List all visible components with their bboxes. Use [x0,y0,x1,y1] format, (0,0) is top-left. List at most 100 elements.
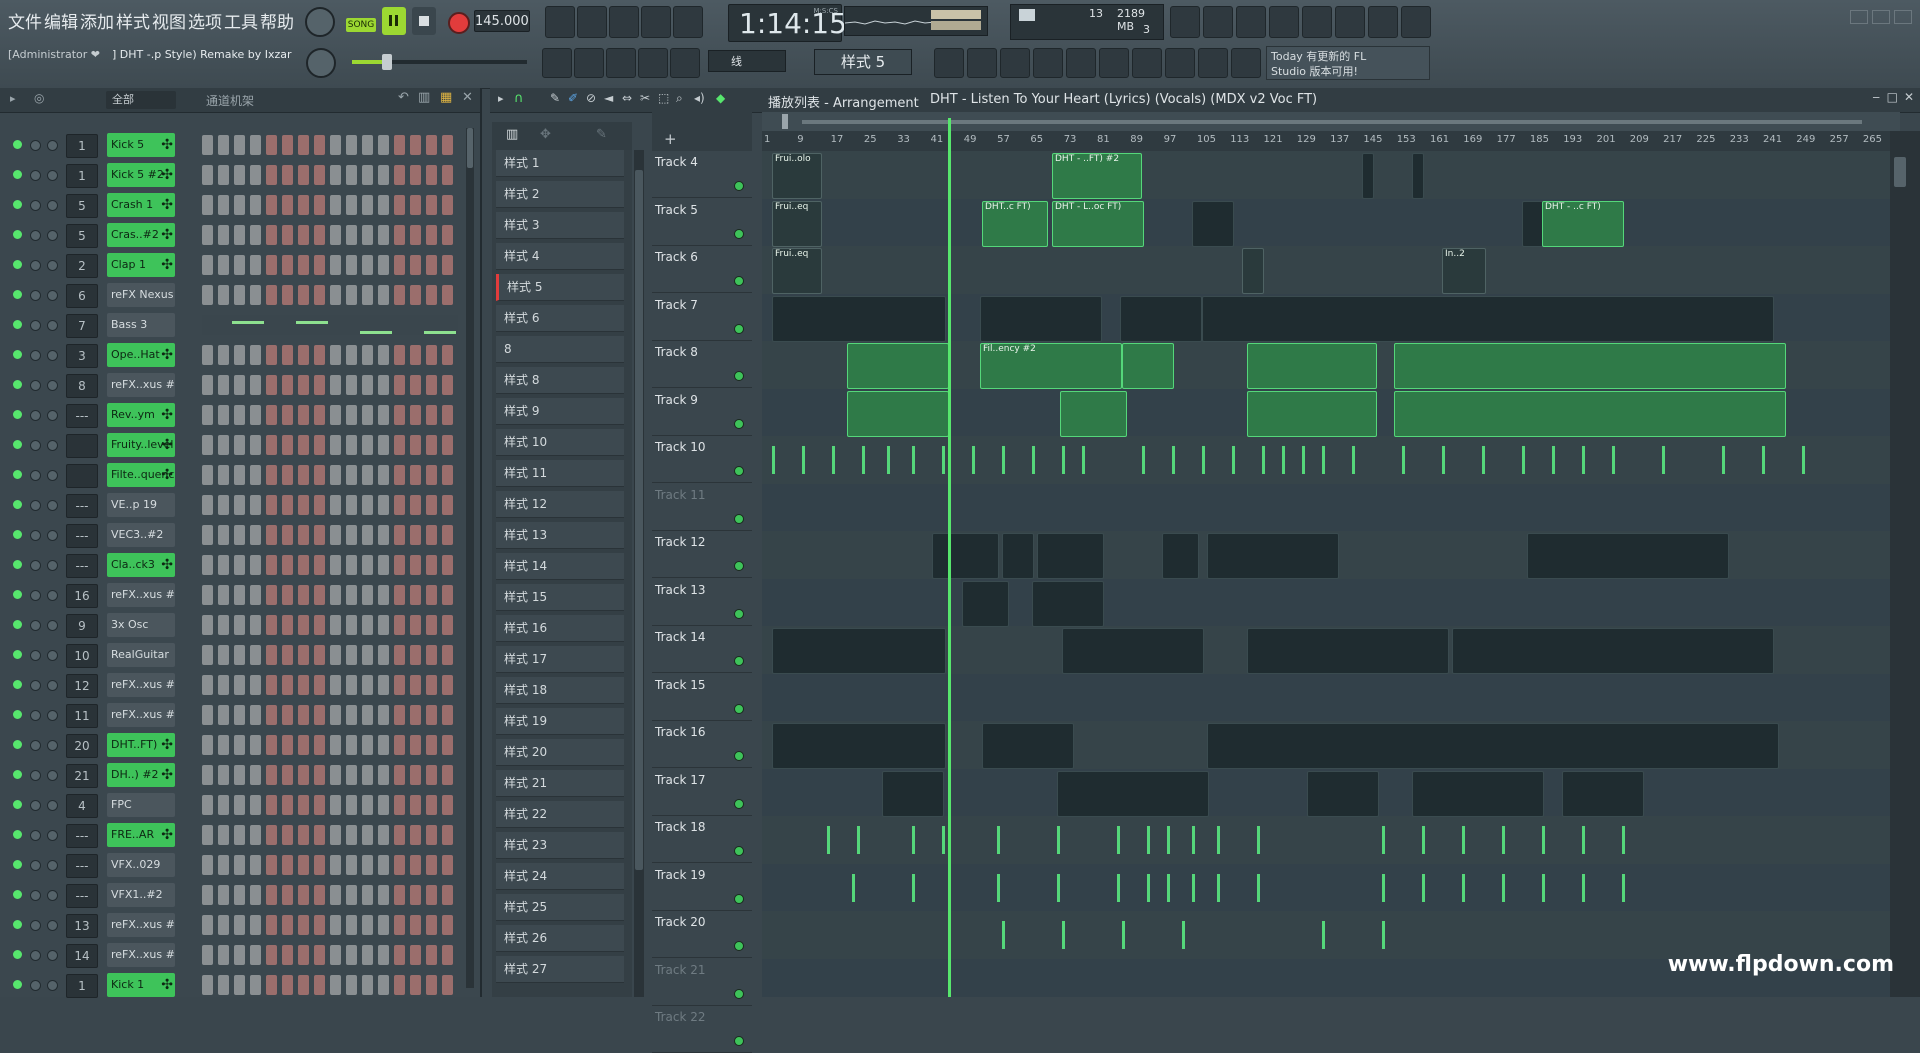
channel-name-button[interactable]: Cras..#2 ✣ [107,223,175,247]
channel-filter-select[interactable]: 全部 [106,91,176,109]
playlist-clip[interactable]: DHT..c FT) [982,200,1048,247]
step-button[interactable] [362,525,373,545]
step-button[interactable] [410,855,421,875]
step-button[interactable] [234,285,245,305]
step-button[interactable] [282,405,293,425]
track-lane[interactable] [762,816,1890,865]
clip-marker[interactable] [1622,873,1625,902]
mixer-track-number[interactable]: 21 [66,764,98,788]
step-button[interactable] [298,735,309,755]
step-button[interactable] [314,795,325,815]
clip-marker[interactable] [1622,826,1625,854]
volume-knob[interactable] [47,440,58,451]
piano-icon[interactable]: ▥ [506,127,518,142]
close-icon[interactable]: ✕ [462,90,473,105]
step-button[interactable] [362,255,373,275]
step-button[interactable] [442,285,453,305]
step-button[interactable] [378,255,389,275]
step-button[interactable] [346,225,357,245]
track-lane[interactable] [762,436,1890,485]
track-header[interactable]: Track 12 [652,531,752,578]
step-button[interactable] [298,765,309,785]
playlist-clip[interactable] [1562,770,1644,817]
track-header[interactable]: Track 18 [652,816,752,863]
step-button[interactable] [410,225,421,245]
playlist-clip[interactable] [1247,343,1377,389]
volume-knob[interactable] [47,800,58,811]
pattern-item[interactable]: 样式 8 [496,367,624,394]
help-icon[interactable] [1269,6,1299,38]
pattern-item[interactable]: 样式 25 [496,894,624,921]
graph-editor-icon[interactable]: ✣ [161,763,173,787]
pattern-item[interactable]: 样式 4 [496,243,624,270]
step-button[interactable] [282,495,293,515]
step-button[interactable] [346,765,357,785]
step-button[interactable] [234,195,245,215]
step-button[interactable] [202,285,213,305]
close-icon[interactable] [1894,10,1912,24]
playlist-clip[interactable] [1412,153,1424,199]
step-button[interactable] [234,585,245,605]
info-icon[interactable] [1368,6,1398,38]
mute-led-icon[interactable] [13,950,22,959]
channel-row[interactable]: --- VFX1..#2 [0,880,470,910]
channel-name-button[interactable]: DH..) #2 ✣ [107,763,175,787]
step-button[interactable] [202,675,213,695]
mute-led-icon[interactable] [13,680,22,689]
step-button[interactable] [314,645,325,665]
clip-marker[interactable] [1202,446,1205,474]
clip-marker[interactable] [1167,826,1170,854]
step-button[interactable] [218,585,229,605]
playlist-clip[interactable] [1002,533,1034,579]
step-button[interactable] [282,225,293,245]
step-button[interactable] [362,975,373,995]
pan-knob[interactable] [30,230,41,241]
channel-row[interactable]: 5 Crash 1 ✣ [0,190,470,220]
step-button[interactable] [378,975,389,995]
step-button[interactable] [394,225,405,245]
mixer-track-number[interactable]: 14 [66,944,98,968]
step-button[interactable] [410,945,421,965]
channel-name-button[interactable]: 3x Osc [107,613,175,637]
step-button[interactable] [266,825,277,845]
volume-knob[interactable] [47,470,58,481]
graph-editor-icon[interactable]: ✣ [161,133,173,157]
mini-piano-roll[interactable] [202,315,458,335]
step-button[interactable] [202,495,213,515]
step-button[interactable] [378,675,389,695]
mute-led-icon[interactable] [13,740,22,749]
step-button[interactable] [202,465,213,485]
speaker-icon[interactable]: ◂) [694,91,705,105]
wait-icon[interactable] [577,6,607,38]
step-button[interactable] [218,345,229,365]
step-button[interactable] [442,735,453,755]
save-icon[interactable] [1302,6,1332,38]
pan-knob[interactable] [30,920,41,931]
step-button[interactable] [410,495,421,515]
step-button[interactable] [234,135,245,155]
master-pitch-slider[interactable] [352,54,527,70]
step-button[interactable] [314,525,325,545]
step-button[interactable] [378,225,389,245]
step-button[interactable] [346,615,357,635]
step-button[interactable] [266,285,277,305]
step-button[interactable] [218,435,229,455]
step-button[interactable] [410,195,421,215]
step-button[interactable] [314,225,325,245]
step-button[interactable] [378,735,389,755]
step-button[interactable] [378,645,389,665]
mute-led-icon[interactable] [13,500,22,509]
step-button[interactable] [362,765,373,785]
step-button[interactable] [442,945,453,965]
channel-name-button[interactable]: reFX Nexus [107,283,175,307]
countdown-icon[interactable] [609,6,639,38]
graph-icon[interactable]: ▥ [418,90,430,105]
step-button[interactable] [234,945,245,965]
step-button[interactable] [394,795,405,815]
track-enable-icon[interactable] [734,798,744,809]
step-button[interactable] [426,645,437,665]
track-lane[interactable] [762,198,1890,248]
clip-marker[interactable] [1502,826,1505,854]
step-button[interactable] [330,675,341,695]
step-button[interactable] [298,195,309,215]
